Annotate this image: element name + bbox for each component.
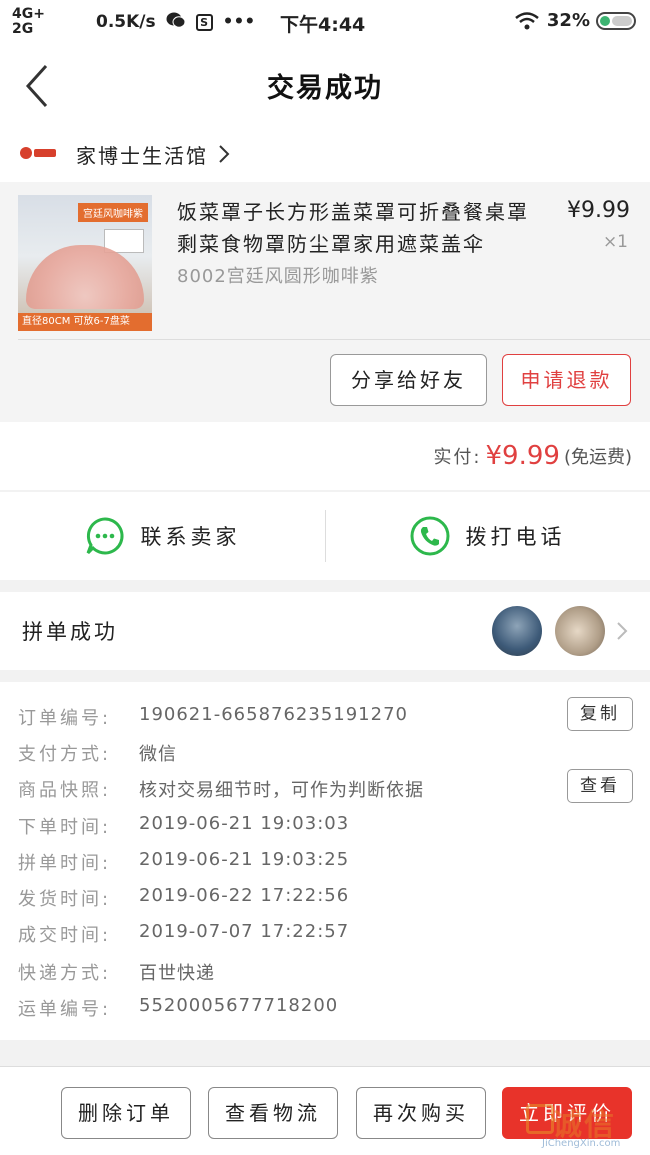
- product-thumbnail[interactable]: 宫廷风咖啡紫 直径80CM 可放6-7盘菜: [18, 195, 152, 331]
- divider: [325, 510, 326, 562]
- product-title: 饭菜罩子长方形盖菜罩可折叠餐桌罩剩菜食物罩防尘罩家用遮菜盖伞: [177, 200, 529, 256]
- order-time: 2019-06-21 19:03:03: [139, 813, 350, 834]
- clock: 下午4:44: [280, 14, 366, 36]
- group-buy-label: 拼单成功: [22, 620, 118, 644]
- detail-key: 快递方式:: [18, 963, 112, 984]
- more-dots-icon: •••: [222, 12, 256, 32]
- avatar: [555, 606, 605, 656]
- share-button[interactable]: 分享给好友: [330, 354, 487, 406]
- review-button[interactable]: 立即评价: [502, 1087, 632, 1139]
- call-phone-button[interactable]: 拨打电话: [325, 492, 650, 580]
- delete-order-button[interactable]: 删除订单: [61, 1087, 191, 1139]
- page-title: 交易成功: [267, 73, 383, 104]
- tracking-number: 5520005677718200: [139, 995, 339, 1016]
- payment-method: 微信: [139, 744, 177, 765]
- courier: 百世快递: [139, 963, 215, 984]
- detail-key: 商品快照:: [18, 780, 112, 801]
- detail-key: 拼单时间:: [18, 853, 112, 874]
- divider: [18, 339, 650, 340]
- wifi-icon: [515, 11, 539, 29]
- thumb-food-cover: [26, 245, 144, 309]
- contact-seller-label: 联系卖家: [140, 525, 241, 549]
- group-buy-row[interactable]: 拼单成功: [0, 592, 650, 670]
- avatar: [492, 606, 542, 656]
- contact-seller-button[interactable]: 联系卖家: [0, 492, 325, 580]
- status-right: 32%: [515, 10, 636, 31]
- view-snapshot-button[interactable]: 查看: [567, 769, 633, 803]
- contact-row: 联系卖家 拨打电话: [0, 492, 650, 580]
- shop-row[interactable]: 家博士生活馆: [0, 126, 650, 182]
- call-phone-label: 拨打电话: [465, 525, 566, 549]
- chat-bubble-icon: [86, 517, 124, 555]
- view-logistics-button[interactable]: 查看物流: [208, 1087, 338, 1139]
- product-price: ¥9.99: [567, 198, 630, 223]
- refund-button[interactable]: 申请退款: [502, 354, 631, 406]
- shop-logo: [20, 143, 56, 165]
- network-top: 4G+: [12, 6, 45, 22]
- detail-key: 订单编号:: [18, 708, 112, 729]
- thumb-caption: 直径80CM 可放6-7盘菜: [18, 313, 152, 331]
- group-time: 2019-06-21 19:03:25: [139, 849, 350, 870]
- copy-button[interactable]: 复制: [567, 697, 633, 731]
- product-variant: 8002宫廷风圆形咖啡紫: [177, 266, 379, 287]
- order-details: 订单编号: 190621-665876235191270 复制 支付方式: 微信…: [0, 682, 650, 1040]
- buy-again-button[interactable]: 再次购买: [356, 1087, 486, 1139]
- network-speed: 0.5K/s: [96, 12, 156, 32]
- notification-s-icon: S: [195, 13, 213, 31]
- battery-icon: [596, 11, 636, 30]
- detail-key: 成交时间:: [18, 925, 112, 946]
- product-quantity: ×1: [602, 232, 628, 252]
- detail-key: 支付方式:: [18, 744, 112, 765]
- payment-summary: 实付: ¥9.99 (免运费): [0, 422, 650, 490]
- product-card[interactable]: 宫廷风咖啡紫 直径80CM 可放6-7盘菜 饭菜罩子长方形盖菜罩可折叠餐桌罩剩菜…: [0, 182, 650, 422]
- detail-key: 运单编号:: [18, 999, 112, 1020]
- detail-key: 发货时间:: [18, 889, 112, 910]
- status-bar: 4G+ 2G 0.5K/s S ••• 下午4:44 32%: [0, 0, 650, 44]
- chevron-right-icon: [617, 622, 628, 640]
- paid-amount: ¥9.99: [485, 441, 560, 471]
- thumb-tag: 宫廷风咖啡紫: [78, 203, 148, 222]
- battery-percent: 32%: [546, 10, 590, 31]
- shop-name: 家博士生活馆: [76, 143, 208, 168]
- bottom-action-bar: 删除订单 查看物流 再次购买 立即评价: [0, 1066, 650, 1155]
- detail-key: 下单时间:: [18, 817, 112, 838]
- deal-time: 2019-07-07 17:22:57: [139, 921, 350, 942]
- wechat-icon: [166, 11, 186, 34]
- phone-icon: [410, 516, 449, 556]
- order-number: 190621-665876235191270: [139, 704, 408, 725]
- snapshot-hint: 核对交易细节时，可作为判断依据: [139, 780, 424, 801]
- network-indicator: 4G+ 2G: [12, 7, 84, 37]
- paid-label: 实付:: [433, 447, 482, 468]
- chevron-right-icon: [219, 145, 230, 163]
- network-bottom: 2G: [12, 21, 34, 37]
- top-nav: 交易成功: [0, 44, 650, 126]
- ship-time: 2019-06-22 17:22:56: [139, 885, 350, 906]
- shipping-note: (免运费): [563, 447, 632, 468]
